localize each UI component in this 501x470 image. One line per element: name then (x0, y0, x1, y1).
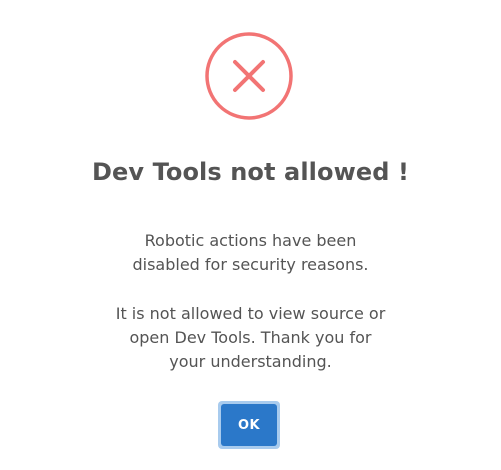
alert-dialog: Dev Tools not allowed ! Robotic actions … (0, 0, 501, 470)
message-line: Robotic actions have been (144, 231, 357, 250)
message-line: disabled for security reasons. (132, 255, 369, 274)
message-line: It is not allowed to view source or (115, 304, 386, 323)
message-line: your understanding. (169, 352, 332, 371)
ok-button[interactable]: OK (218, 401, 280, 449)
dialog-message: Robotic actions have been disabled for s… (60, 229, 441, 374)
ok-button-label: OK (221, 404, 277, 446)
dialog-title: Dev Tools not allowed ! (92, 158, 409, 186)
message-line: open Dev Tools. Thank you for (129, 328, 372, 347)
error-x-icon (205, 32, 293, 120)
